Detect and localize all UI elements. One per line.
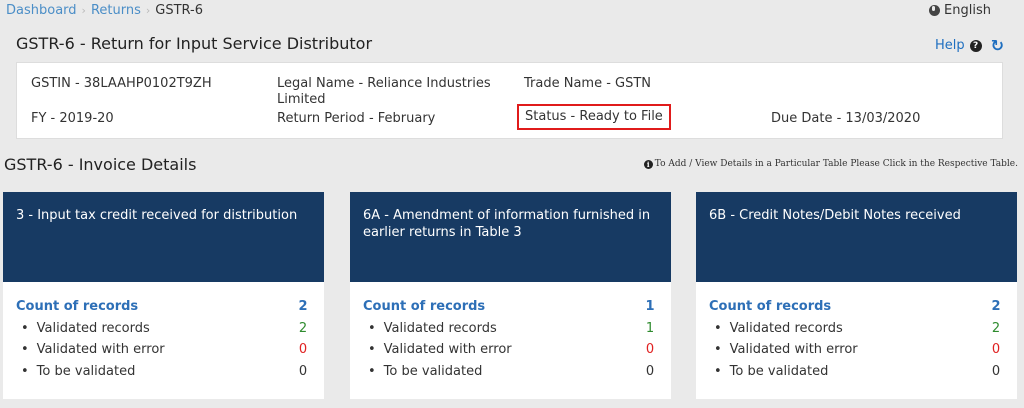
pending-value: 0 — [298, 363, 308, 379]
status-badge: Status - Ready to File — [517, 104, 671, 130]
return-period: Return Period - February — [277, 111, 436, 126]
section-title: GSTR-6 - Invoice Details — [4, 155, 197, 174]
error-value: 0 — [645, 342, 655, 358]
error-label: Validated with error — [16, 342, 165, 357]
tile-body: Count of records 2 Validated records 2 V… — [3, 282, 324, 382]
return-info-card: GSTIN - 38LAAHP0102T9ZH Legal Name - Rel… — [16, 62, 1003, 139]
breadcrumb-separator: › — [145, 4, 151, 17]
language-selector[interactable]: English — [929, 3, 991, 18]
validated-value: 1 — [645, 320, 655, 336]
pending-row: To be validated 0 — [709, 361, 1004, 383]
validated-label: Validated records — [363, 321, 497, 336]
help-area: Help ? ↻ — [935, 36, 1004, 55]
count-label: Count of records — [16, 299, 139, 315]
validated-label: Validated records — [16, 321, 150, 336]
info-icon: i — [643, 159, 653, 169]
top-bar: Dashboard › Returns › GSTR-6 English — [0, 0, 1024, 22]
tile-title: 3 - Input tax credit received for distri… — [3, 192, 324, 282]
page-title: GSTR-6 - Return for Input Service Distri… — [16, 34, 373, 53]
pending-row: To be validated 0 — [16, 361, 311, 383]
question-circle-icon[interactable]: ? — [969, 39, 982, 52]
financial-year: FY - 2019-20 — [31, 111, 114, 126]
tile-title: 6B - Credit Notes/Debit Notes received — [696, 192, 1017, 282]
tile-table-6a[interactable]: 6A - Amendment of information furnished … — [350, 192, 671, 399]
tile-title: 6A - Amendment of information furnished … — [350, 192, 671, 282]
error-row: Validated with error 0 — [709, 339, 1004, 361]
error-value: 0 — [298, 342, 308, 358]
count-label: Count of records — [363, 299, 486, 315]
validated-value: 2 — [991, 320, 1001, 336]
help-link[interactable]: Help — [935, 38, 965, 53]
globe-icon — [929, 5, 941, 16]
gstin: GSTIN - 38LAAHP0102T9ZH — [31, 76, 212, 91]
breadcrumb: Dashboard › Returns › GSTR-6 — [6, 3, 203, 18]
pending-label: To be validated — [16, 364, 136, 379]
validated-row: Validated records 2 — [709, 318, 1004, 340]
count-value: 2 — [991, 299, 1001, 315]
section-hint: i To Add / View Details in a Particular … — [643, 159, 1018, 169]
validated-row: Validated records 2 — [16, 318, 311, 340]
validated-row: Validated records 1 — [363, 318, 658, 340]
language-label: English — [944, 3, 991, 18]
breadcrumb-returns[interactable]: Returns — [91, 3, 141, 18]
trade-name: Trade Name - GSTN — [524, 76, 652, 91]
tile-table-6b[interactable]: 6B - Credit Notes/Debit Notes received C… — [696, 192, 1017, 399]
validated-value: 2 — [298, 320, 308, 336]
pending-label: To be validated — [709, 364, 829, 379]
count-value: 1 — [645, 299, 655, 315]
error-row: Validated with error 0 — [16, 339, 311, 361]
count-row: Count of records 1 — [363, 296, 658, 318]
tile-table-3[interactable]: 3 - Input tax credit received for distri… — [3, 192, 324, 399]
breadcrumb-separator: › — [81, 4, 86, 17]
refresh-icon[interactable]: ↻ — [991, 36, 1004, 55]
section-hint-text: To Add / View Details in a Particular Ta… — [654, 159, 1018, 169]
count-label: Count of records — [709, 299, 832, 315]
pending-value: 0 — [645, 363, 655, 379]
pending-value: 0 — [991, 363, 1001, 379]
error-label: Validated with error — [709, 342, 858, 357]
validated-label: Validated records — [709, 321, 843, 336]
count-value: 2 — [298, 299, 308, 315]
due-date: Due Date - 13/03/2020 — [771, 111, 921, 126]
legal-name: Legal Name - Reliance Industries Limited — [277, 76, 491, 107]
pending-row: To be validated 0 — [363, 361, 658, 383]
breadcrumb-dashboard[interactable]: Dashboard — [6, 3, 77, 18]
tile-body: Count of records 2 Validated records 2 V… — [696, 282, 1017, 382]
tile-body: Count of records 1 Validated records 1 V… — [350, 282, 671, 382]
error-value: 0 — [991, 342, 1001, 358]
count-row: Count of records 2 — [709, 296, 1004, 318]
breadcrumb-current: GSTR-6 — [155, 3, 203, 18]
pending-label: To be validated — [363, 364, 483, 379]
error-row: Validated with error 0 — [363, 339, 658, 361]
count-row: Count of records 2 — [16, 296, 311, 318]
error-label: Validated with error — [363, 342, 512, 357]
